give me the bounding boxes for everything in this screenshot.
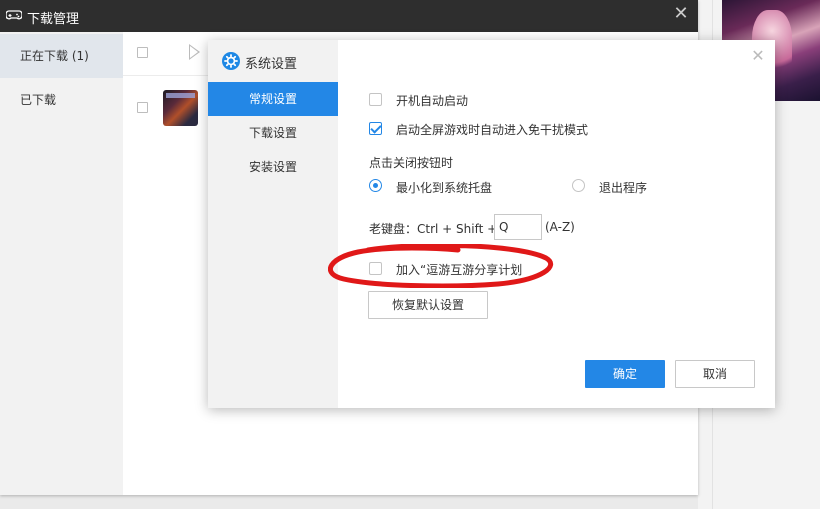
tab-general-settings[interactable]: 常规设置	[208, 82, 338, 116]
minimize-to-tray-label: 最小化到系统托盘	[396, 181, 493, 195]
tab-download-settings[interactable]: 下载设置	[208, 116, 338, 150]
fullscreen-mode-label: 启动全屏游戏时自动进入免干扰模式	[396, 123, 589, 137]
boss-key-input[interactable]: Q	[494, 214, 542, 240]
close-icon[interactable]: ✕	[750, 48, 766, 64]
autostart-checkbox[interactable]	[369, 93, 382, 106]
select-all-checkbox[interactable]	[137, 47, 148, 58]
fullscreen-mode-checkbox[interactable]	[369, 122, 382, 135]
play-icon[interactable]	[189, 44, 200, 60]
restore-defaults-button[interactable]: 恢复默认设置	[368, 291, 488, 319]
gamepad-icon	[5, 8, 23, 22]
item-checkbox[interactable]	[137, 102, 148, 113]
sidebar-item-downloading[interactable]: 正在下载 (1)	[0, 34, 123, 78]
cancel-button[interactable]: 取消	[675, 360, 755, 388]
boss-key-range: (A-Z)	[545, 220, 575, 234]
share-plan-checkbox[interactable]	[369, 262, 382, 275]
boss-key-label: 老键盘：Ctrl + Shift +	[369, 222, 498, 236]
gear-icon	[222, 52, 240, 70]
settings-title: 系统设置	[245, 57, 298, 72]
close-icon[interactable]: ✕	[672, 5, 690, 23]
settings-sidebar: 系统设置 常规设置 下载设置 安装设置	[208, 40, 338, 408]
exit-program-label: 退出程序	[599, 181, 648, 195]
download-manager-titlebar: 下载管理 ✕	[0, 0, 698, 32]
game-thumbnail	[163, 90, 198, 126]
sidebar-item-downloaded[interactable]: 已下载	[0, 78, 123, 122]
autostart-label: 开机自动启动	[396, 94, 469, 108]
share-plan-label: 加入“逗游互游分享计划	[396, 263, 523, 277]
settings-dialog: 系统设置 常规设置 下载设置 安装设置 ✕ 开机自动启动 启动全屏游戏时自动进入…	[208, 40, 775, 408]
close-behavior-label: 点击关闭按钮时	[369, 156, 454, 170]
download-manager-sidebar: 正在下载 (1) 已下载	[0, 32, 123, 495]
exit-program-radio[interactable]	[572, 179, 585, 192]
ok-button[interactable]: 确定	[585, 360, 665, 388]
minimize-to-tray-radio[interactable]	[369, 179, 382, 192]
tab-install-settings[interactable]: 安装设置	[208, 150, 338, 184]
download-manager-title: 下载管理	[27, 12, 80, 27]
